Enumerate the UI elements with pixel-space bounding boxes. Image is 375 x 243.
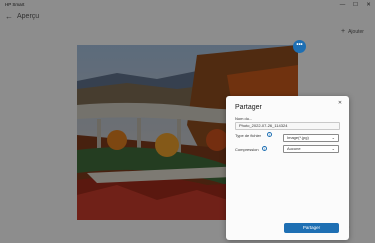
file-type-value: Image(*.jpg) <box>287 135 309 140</box>
dialog-title: Partager <box>235 104 262 111</box>
compression-select[interactable]: Aucune ⌄ <box>283 145 339 153</box>
chevron-down-icon: ⌄ <box>331 135 335 140</box>
share-dialog: Partager ✕ Nom du... Photo_2022-07-26_11… <box>226 96 349 240</box>
name-label: Nom du... <box>235 116 253 121</box>
more-options-button[interactable]: ••• <box>293 40 306 53</box>
info-icon[interactable]: i <box>267 132 272 137</box>
share-button[interactable]: Partager <box>284 223 339 233</box>
file-name-input[interactable]: Photo_2022-07-26_114324 <box>235 122 340 130</box>
compression-label: Compression <box>235 147 259 152</box>
chevron-down-icon: ⌄ <box>331 146 335 151</box>
close-icon[interactable]: ✕ <box>336 99 344 107</box>
file-name-value: Photo_2022-07-26_114324 <box>239 123 288 128</box>
file-type-select[interactable]: Image(*.jpg) ⌄ <box>283 134 339 142</box>
info-icon[interactable]: i <box>262 146 267 151</box>
type-label: Type de fichier <box>235 133 262 138</box>
compression-value: Aucune <box>287 146 301 151</box>
